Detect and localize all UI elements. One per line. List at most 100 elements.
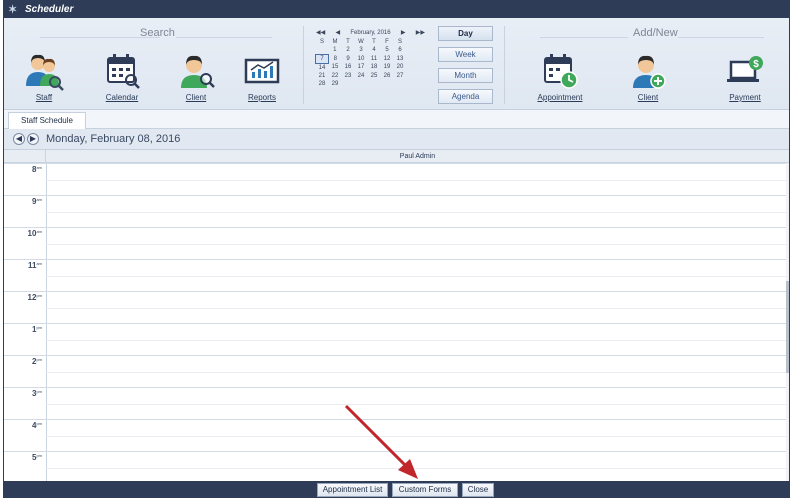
client-add-icon [626,52,670,92]
mini-calendar-day[interactable]: 11 [368,54,381,63]
half-hour-line [46,468,787,469]
mini-calendar-day[interactable]: 18 [368,63,381,72]
mini-calendar-day[interactable]: 5 [381,46,394,54]
add-appointment-button[interactable]: Appointment [530,52,590,102]
schedule-grid[interactable]: 8am 9am 10am 11am 12pm 1pm 2pm 3pm 4pm 5pm [4,163,789,481]
appointment-list-button[interactable]: Appointment List [317,483,388,497]
mini-calendar-day[interactable]: 2 [342,46,355,54]
hour-row[interactable]: 10am [4,227,787,259]
weekday-header: S [319,39,324,45]
mini-calendar-day[interactable]: 27 [394,72,407,80]
mini-calendar-day[interactable]: 19 [381,63,394,72]
add-payment-button[interactable]: $ Payment [715,52,775,102]
mini-calendar-empty-cell [368,80,381,88]
appointment-add-icon [538,52,582,92]
mini-calendar-day[interactable]: 6 [394,46,407,54]
hour-row[interactable]: 5pm [4,451,787,481]
vertical-scrollbar[interactable] [786,163,789,481]
hour-row[interactable]: 4pm [4,419,787,451]
staff-search-icon [22,52,66,92]
ribbon-separator [303,26,304,104]
mini-calendar-day[interactable]: 21 [316,72,329,80]
custom-forms-button[interactable]: Custom Forms [392,483,458,497]
mini-calendar-day[interactable]: 3 [355,46,368,54]
bottom-toolbar: Appointment List Custom Forms Close [4,481,789,497]
view-week-button[interactable]: Week [438,47,493,62]
add-client-button[interactable]: Client [618,52,678,102]
mini-calendar-day[interactable]: 7 [315,53,329,64]
hour-row[interactable]: 3pm [4,387,787,419]
half-hour-line [46,212,787,213]
current-date: Monday, February 08, 2016 [46,133,181,145]
weekday-header: F [385,39,389,45]
scrollbar-thumb[interactable] [786,281,789,373]
mini-calendar-day[interactable]: 20 [394,63,407,72]
hour-row[interactable]: 12pm [4,291,787,323]
search-group-title: Search [140,27,175,39]
schedule-column-header: Paul Admin [4,150,789,163]
half-hour-line [46,404,787,405]
mini-calendar-day[interactable]: 13 [394,54,407,63]
mini-calendar-day[interactable]: 15 [329,63,342,72]
mini-calendar-empty-cell [316,46,329,54]
mini-calendar-first-button[interactable]: ◀◀ [316,29,325,36]
mini-calendar-day[interactable]: 26 [381,72,394,80]
mini-calendar-day[interactable]: 22 [329,72,342,80]
mini-calendar-day[interactable]: 29 [329,80,342,88]
mini-calendar-day[interactable]: 17 [355,63,368,72]
hour-label: 12pm [27,293,42,302]
close-button[interactable]: Close [462,483,494,497]
hour-row[interactable]: 2pm [4,355,787,387]
mini-calendar-day[interactable]: 12 [381,54,394,63]
staff-search-label: Staff [35,93,53,102]
mini-calendar-day[interactable]: 23 [342,72,355,80]
hour-row[interactable]: 1pm [4,323,787,355]
hour-row[interactable]: 9am [4,195,787,227]
reports-label: Reports [247,93,276,102]
mini-calendar-day[interactable]: 10 [355,54,368,63]
mini-calendar-day[interactable]: 14 [316,63,329,72]
mini-calendar-day[interactable]: 28 [316,80,329,88]
client-search-icon [174,52,218,92]
half-hour-line [46,276,787,277]
staff-search-button[interactable]: Staff [14,52,74,102]
hour-label: 4pm [31,421,42,430]
hour-label: 8am [31,165,42,174]
mini-calendar-empty-cell [381,80,394,88]
arrow-left-icon[interactable]: ◀ [13,133,25,145]
scheduler-window: ✶ Scheduler Search Staff Calendar Client… [3,0,790,498]
arrow-right-icon[interactable]: ▶ [27,133,39,145]
view-month-button[interactable]: Month [438,68,493,83]
tab-staff-schedule[interactable]: Staff Schedule [8,112,86,130]
hour-row[interactable]: 8am [4,163,787,195]
weekday-header: S [397,39,402,45]
mini-calendar-day[interactable]: 9 [342,54,355,63]
mini-calendar-prev-button[interactable]: ◀ [335,29,340,36]
mini-calendar-day[interactable]: 4 [368,46,381,54]
mini-calendar-day[interactable]: 16 [342,63,355,72]
tab-strip: Staff Schedule [4,110,789,130]
hour-label: 3pm [31,389,42,398]
mini-calendar-day[interactable]: 1 [329,46,342,54]
mini-calendar-day[interactable]: 25 [368,72,381,80]
weekday-header: T [346,39,350,45]
view-day-button[interactable]: Day [438,26,493,41]
mini-calendar-next-button[interactable]: ▶ [401,29,406,36]
calendar-search-button[interactable]: Calendar [92,52,152,102]
hour-label: 5pm [31,453,42,462]
mini-calendar-day[interactable]: 8 [329,54,342,63]
weekday-header: W [358,39,364,45]
client-search-button[interactable]: Client [166,52,226,102]
mini-calendar-month-label[interactable]: February, 2016 [350,30,390,36]
hour-label: 1pm [31,325,42,334]
reports-icon [240,52,284,92]
half-hour-line [46,372,787,373]
hour-label: 11am [27,261,42,270]
view-agenda-button[interactable]: Agenda [438,89,493,104]
hour-label: 2pm [31,357,42,366]
hour-row[interactable]: 11am [4,259,787,291]
mini-calendar-last-button[interactable]: ▶▶ [416,29,425,36]
reports-button[interactable]: Reports [232,52,292,102]
mini-calendar-day[interactable]: 24 [355,72,368,80]
mini-calendar-empty-cell [355,80,368,88]
